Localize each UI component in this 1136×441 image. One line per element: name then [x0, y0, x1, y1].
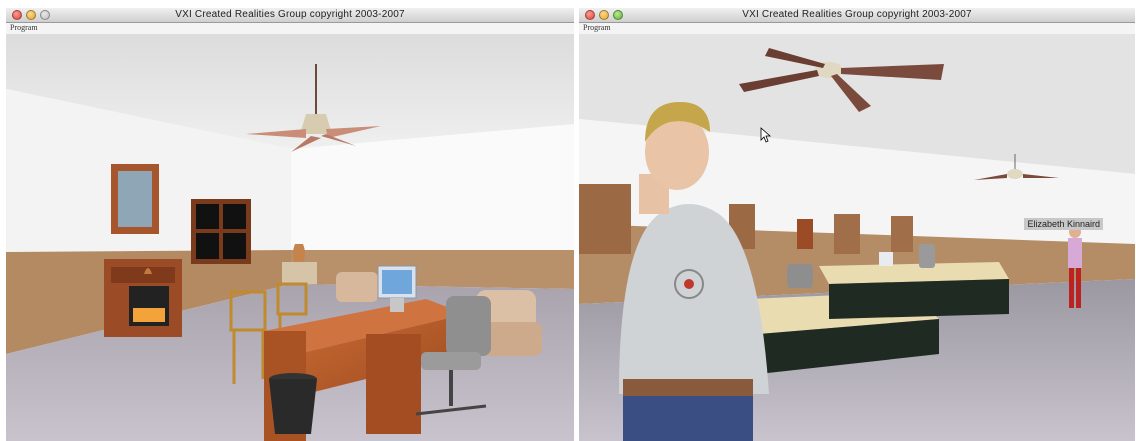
3d-office-scene[interactable] [6, 34, 574, 441]
office-window-left: VXI Created Realities Group copyright 20… [6, 8, 574, 441]
menu-program[interactable]: Program [583, 23, 611, 32]
menu-program[interactable]: Program [10, 23, 38, 32]
framed-painting [111, 164, 159, 234]
title-bar[interactable]: VXI Created Realities Group copyright 20… [6, 8, 574, 23]
fireplace [104, 259, 182, 337]
menu-bar: Program [579, 23, 1135, 34]
3d-office-scene[interactable]: Elizabeth Kinnaird [579, 34, 1135, 441]
title-bar[interactable]: VXI Created Realities Group copyright 20… [579, 8, 1135, 23]
trash-can [269, 373, 317, 434]
office-render [579, 34, 1135, 441]
office-render [6, 34, 574, 441]
window-title: VXI Created Realities Group copyright 20… [175, 9, 405, 20]
office-window [191, 199, 251, 264]
office-window-right: VXI Created Realities Group copyright 20… [579, 8, 1135, 441]
avatar-nameplate: Elizabeth Kinnaird [1024, 218, 1103, 230]
window-title: VXI Created Realities Group copyright 20… [742, 9, 972, 20]
menu-bar: Program [6, 23, 574, 34]
